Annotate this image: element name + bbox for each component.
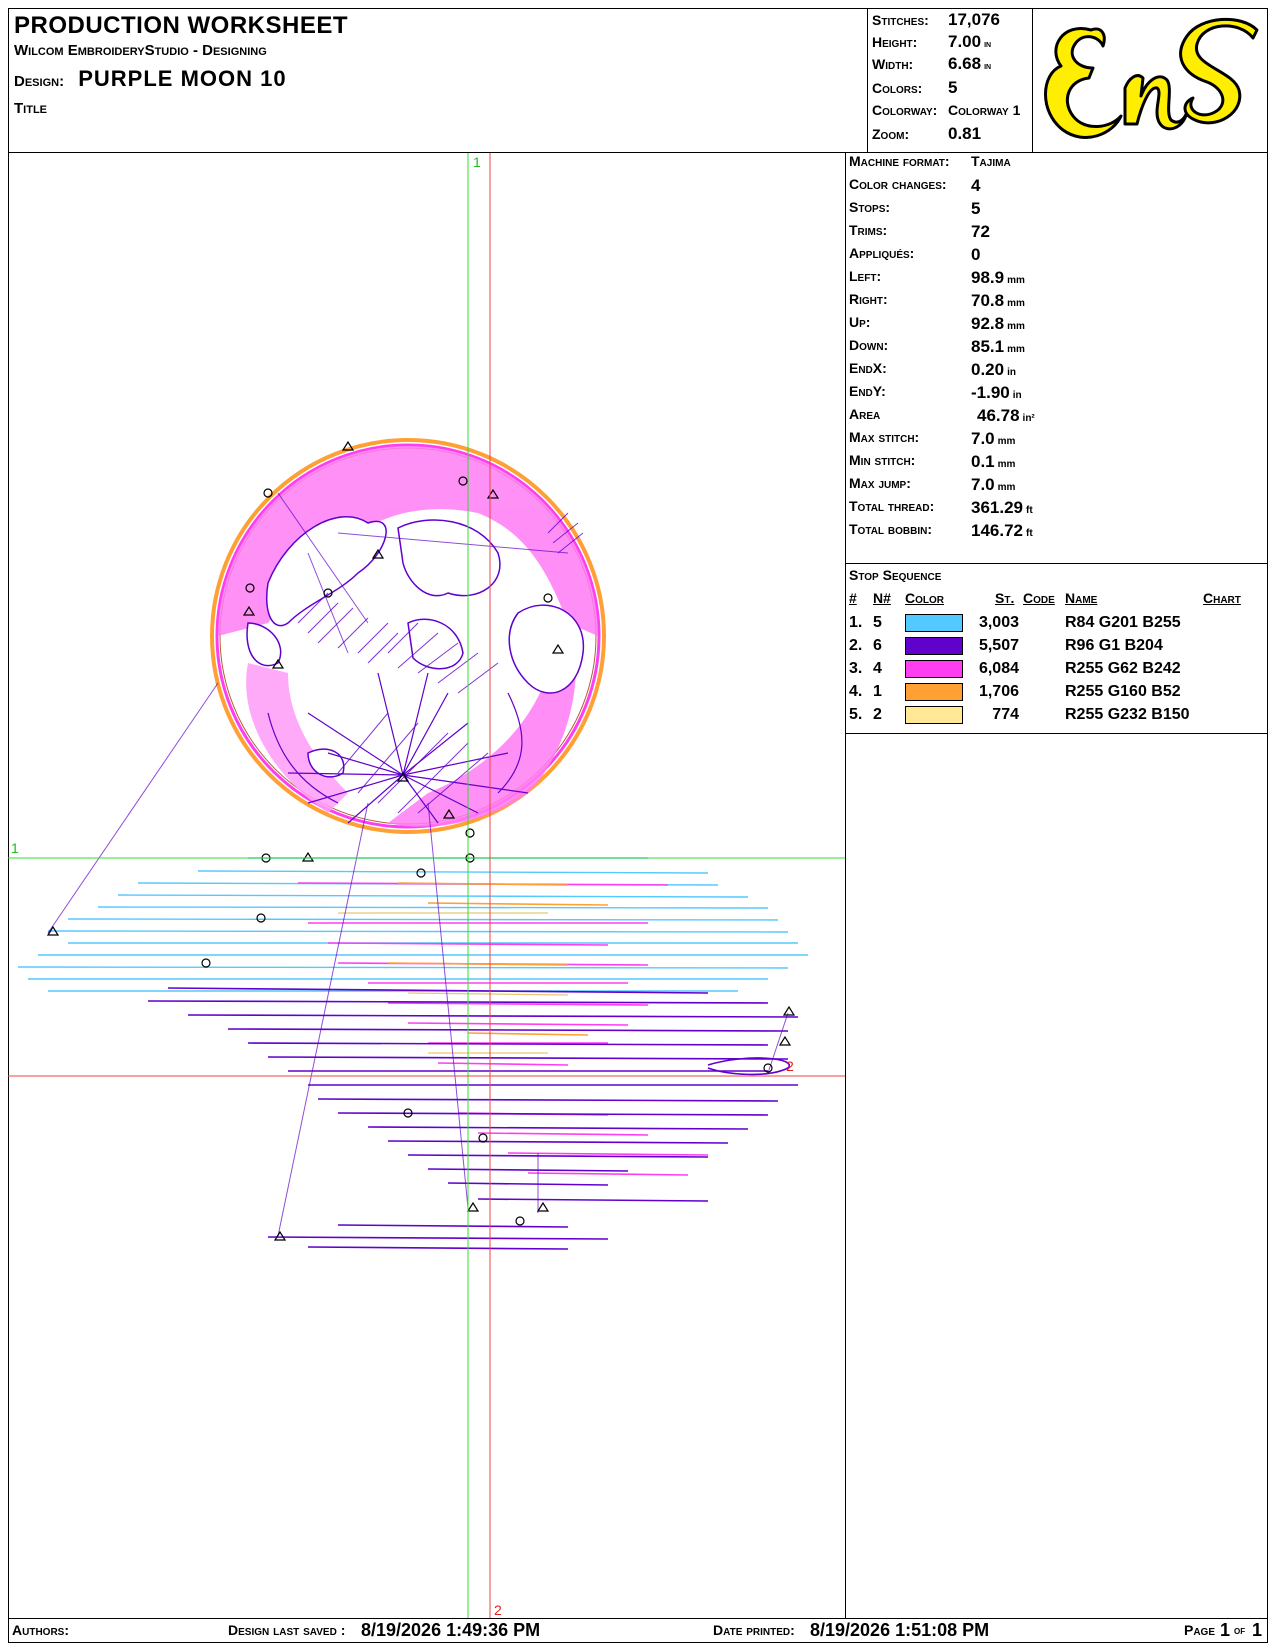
header-panel: PRODUCTION WORKSHEET Wilcom EmbroiderySt… [8,8,868,153]
page-label: Page [1184,1622,1216,1638]
col-name: Name [1065,590,1098,606]
saved-label: Design last saved : [228,1622,346,1638]
stats-panel: Stitches: 17,076 Height: 7.00 in Width: 6.68… [868,8,1033,153]
right-panel-divider [845,153,846,1618]
stop-sequence-title: Stop Sequence [849,567,942,583]
col-chart: Chart [1203,590,1241,606]
worksheet-title: PRODUCTION WORKSHEET [14,12,348,39]
ens-logo [1033,8,1268,153]
of-value: 1 [1252,1620,1263,1640]
info-color-changes: Color changes: 4 [849,176,981,195]
stat-colorway: Colorway: Colorway 1 [872,102,1021,118]
stop-row: 3. 4 6,084 R255 G62 B242 [849,660,1181,678]
info-up: Up: 92.8 mm [849,314,1025,333]
authors-label: Authors: [12,1622,69,1638]
stop-row: 1. 5 3,003 R84 G201 B255 [849,614,1181,632]
info-left: Left: 98.9 mm [849,268,1025,287]
col-code: Code [1023,590,1055,606]
col-num: # [849,590,857,606]
info-trims: Trims: 72 [849,222,990,241]
design-canvas: 1 1 2 2 [8,153,845,1618]
reflection-orange [387,882,609,1036]
stat-stitches: Stitches: 17,076 [872,10,1000,29]
axis-label-red-bottom: 2 [494,1602,502,1618]
info-area: Area 46.78 in² [849,406,1035,425]
stat-height: Height: 7.00 in [872,32,992,51]
page-value: 1 [1220,1620,1231,1640]
stat-width: Width: 6.68 in [872,54,992,73]
col-st: St. [995,590,1015,606]
info-appliques: Appliqués: 0 [849,245,981,264]
design-name: PURPLE MOON 10 [78,66,287,91]
info-endy: EndY: -1.90 in [849,383,1022,402]
col-needle: N# [873,590,891,606]
stop-row: 5. 2 774 R255 G232 B150 [849,706,1190,724]
axis-lines [8,153,845,1618]
info-right: Right: 70.8 mm [849,291,1025,310]
stat-zoom: Zoom: 0.81 [872,124,982,143]
info-endx: EndX: 0.20 in [849,360,1016,379]
info-min-stitch: Min stitch: 0.1 mm [849,452,1016,471]
axis-label-green-left: 1 [11,840,19,856]
axis-label-red-right: 2 [786,1058,794,1074]
axis-label-green-top: 1 [473,154,481,170]
color-swatch [905,683,963,701]
stop-row: 4. 1 1,706 R255 G160 B52 [849,683,1181,701]
color-swatch [905,637,963,655]
design-label: Design: [14,73,65,90]
reflection-cyan [17,857,808,992]
worksheet-footer: Authors: Design last saved : 8/19/2026 1… [8,1618,1268,1643]
stop-sequence-table: Stop Sequence # N# Color St. Code Name C… [845,563,1268,734]
of-label: of [1234,1625,1246,1637]
info-total-thread: Total thread: 361.29 ft [849,498,1033,517]
design-line: Design: PURPLE MOON 10 [14,66,287,92]
saved-value: 8/19/2026 1:49:36 PM [361,1620,541,1640]
stat-colors: Colors: 5 [872,78,958,97]
info-max-jump: Max jump: 7.0 mm [849,475,1016,494]
info-down: Down: 85.1 mm [849,337,1025,356]
color-swatch [905,660,963,678]
reflection-purple [147,987,799,1250]
jump-lines [47,492,789,1237]
info-total-bobbin: Total bobbin: 146.72 ft [849,521,1033,540]
info-max-stitch: Max stitch: 7.0 mm [849,429,1016,448]
printed-value: 8/19/2026 1:51:08 PM [810,1620,990,1640]
title-label: Title [14,100,47,117]
info-machine-format: Machine format: Tajima [849,153,1011,169]
col-color: Color [905,590,944,606]
color-swatch [905,614,963,632]
printed-label: Date printed: [713,1622,795,1638]
color-swatch [905,706,963,724]
info-stops: Stops: 5 [849,199,981,218]
software-line: Wilcom EmbroideryStudio - Designing [14,42,267,59]
stop-row: 2. 6 5,507 R96 G1 B204 [849,637,1163,655]
